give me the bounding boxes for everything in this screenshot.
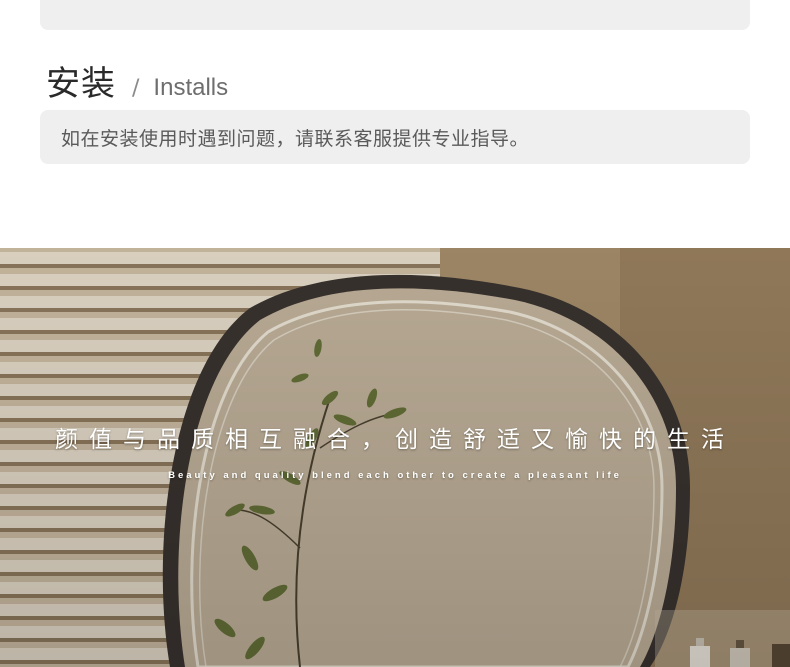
section-title-cn: 安装 xyxy=(46,64,116,104)
previous-section-card xyxy=(40,0,750,30)
hero-headline: 颜值与品质相互融合，创造舒适又愉快的生活 xyxy=(55,427,735,453)
install-notice-text: 如在安装使用时遇到问题，请联系客服提供专业指导。 xyxy=(61,127,530,150)
section-header: 安装 / Installs xyxy=(46,56,229,104)
section-title-en: Installs xyxy=(153,74,229,101)
hero-banner: 颜值与品质相互融合，创造舒适又愉快的生活 Beauty and quality … xyxy=(0,248,790,667)
section-separator: / xyxy=(132,76,140,101)
install-notice-card: 如在安装使用时遇到问题，请联系客服提供专业指导。 xyxy=(40,110,750,164)
hero-subline: Beauty and quality blend each other to c… xyxy=(168,470,622,481)
hero-shade xyxy=(0,248,790,667)
